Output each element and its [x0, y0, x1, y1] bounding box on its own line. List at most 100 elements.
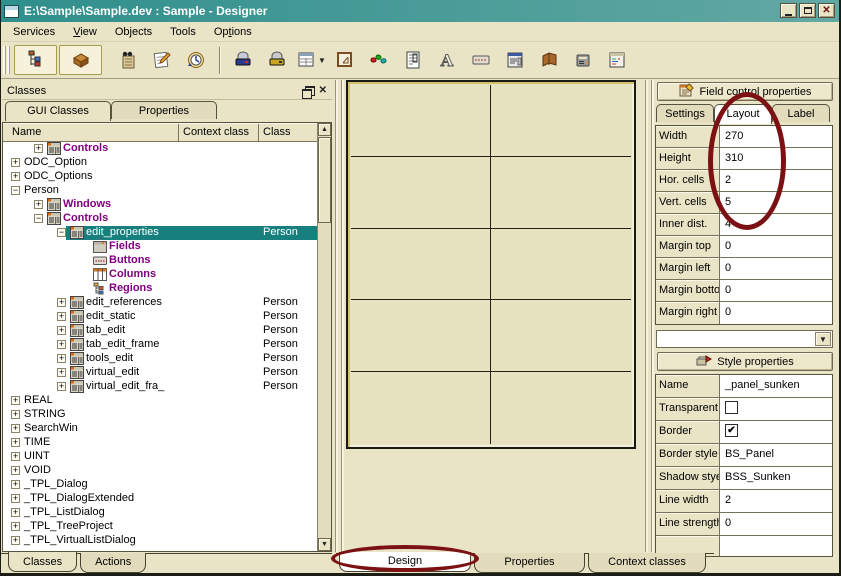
property-value[interactable]: 2: [720, 490, 832, 512]
property-value[interactable]: 270: [720, 126, 832, 147]
frame-toolbar-button[interactable]: [328, 45, 362, 75]
tree-row-regions[interactable]: Regions: [3, 282, 317, 296]
tab-context-classes[interactable]: Context classes: [588, 553, 706, 573]
expand-icon[interactable]: +: [11, 172, 20, 181]
property-value[interactable]: 5: [720, 192, 832, 213]
close-button[interactable]: ✕: [818, 3, 835, 18]
tree-row-virtual-edit-fra[interactable]: +virtual_edit_fra_Person: [3, 380, 317, 394]
property-value[interactable]: [720, 398, 832, 420]
scrollbar-thumb[interactable]: [318, 137, 331, 223]
tree-row-void[interactable]: +VOID: [3, 464, 317, 478]
expand-icon[interactable]: +: [57, 382, 66, 391]
tree-row-odc-option[interactable]: +ODC_Option: [3, 156, 317, 170]
expand-icon[interactable]: +: [57, 326, 66, 335]
tree-row-buttons[interactable]: Buttons: [3, 254, 317, 268]
menu-options[interactable]: Options: [205, 24, 261, 40]
book-toolbar-button[interactable]: [532, 45, 566, 75]
scroll-down-icon[interactable]: ▼: [318, 538, 331, 551]
hierarchy-toolbar-button[interactable]: [14, 45, 57, 75]
button-toolbar-button[interactable]: [464, 45, 498, 75]
form-grid-toolbar-button[interactable]: ▼: [294, 45, 328, 75]
report-toolbar-button[interactable]: [396, 45, 430, 75]
tree-row-person[interactable]: −Person: [3, 184, 317, 198]
tree-row-tpl-virtuallistdialog[interactable]: +_TPL_VirtualListDialog: [3, 534, 317, 548]
tree-row-edit-references[interactable]: +edit_referencesPerson: [3, 296, 317, 310]
property-value[interactable]: 0: [720, 258, 832, 279]
tree-row-time[interactable]: +TIME: [3, 436, 317, 450]
property-value[interactable]: 0: [720, 280, 832, 301]
expand-icon[interactable]: +: [11, 396, 20, 405]
expand-icon[interactable]: +: [57, 368, 66, 377]
expand-icon[interactable]: +: [11, 508, 20, 517]
transparent-checkbox[interactable]: [725, 401, 738, 414]
expand-icon[interactable]: +: [11, 424, 20, 433]
library-toolbar-button[interactable]: [111, 45, 145, 75]
tab-actions[interactable]: Actions: [80, 553, 146, 573]
tab-settings[interactable]: Settings: [656, 104, 714, 122]
canvas-cell[interactable]: [491, 372, 631, 444]
canvas-cell[interactable]: [351, 157, 491, 229]
float-window-icon[interactable]: [302, 86, 313, 96]
property-value[interactable]: 0: [720, 302, 832, 324]
window-list-toolbar-button[interactable]: [498, 45, 532, 75]
tab-design[interactable]: Design: [339, 552, 471, 572]
menu-services[interactable]: Services: [4, 24, 64, 40]
expand-icon[interactable]: +: [34, 200, 43, 209]
expand-icon[interactable]: +: [34, 144, 43, 153]
menu-view[interactable]: View: [64, 24, 106, 40]
tree-row-edit-static[interactable]: +edit_staticPerson: [3, 310, 317, 324]
collapse-icon[interactable]: −: [34, 214, 43, 223]
tree-row-odc-options[interactable]: +ODC_Options: [3, 170, 317, 184]
expand-icon[interactable]: +: [57, 340, 66, 349]
device-toolbar-button[interactable]: [566, 45, 600, 75]
tree-row-tpl-treeproject[interactable]: +_TPL_TreeProject: [3, 520, 317, 534]
expand-icon[interactable]: +: [11, 480, 20, 489]
tree-row-virtual-edit[interactable]: +virtual_editPerson: [3, 366, 317, 380]
style-combobox[interactable]: ▼: [656, 330, 833, 348]
minimize-button[interactable]: [780, 3, 797, 18]
tree-row-tab-edit[interactable]: +tab_editPerson: [3, 324, 317, 338]
canvas-cell[interactable]: [491, 229, 631, 301]
code-window-toolbar-button[interactable]: [600, 45, 634, 75]
tree-row-tools-edit[interactable]: +tools_editPerson: [3, 352, 317, 366]
left-splitter[interactable]: [335, 80, 344, 552]
tab-gui-classes[interactable]: GUI Classes: [5, 101, 111, 121]
font-toolbar-button[interactable]: A: [430, 45, 464, 75]
style-properties-button[interactable]: Style properties: [657, 352, 833, 371]
canvas-cell[interactable]: [491, 157, 631, 229]
tree-row-windows[interactable]: +Windows: [3, 198, 317, 212]
expand-icon[interactable]: +: [11, 536, 20, 545]
property-value[interactable]: BS_Panel: [720, 444, 832, 466]
collapse-icon[interactable]: −: [57, 228, 66, 237]
maximize-button[interactable]: [799, 3, 816, 18]
tab-properties[interactable]: Properties: [474, 553, 585, 573]
tree-row-tpl-dialogextended[interactable]: +_TPL_DialogExtended: [3, 492, 317, 506]
tree-row-edit-properties[interactable]: −edit_propertiesPerson: [3, 226, 317, 240]
tree-scrollbar[interactable]: ▲ ▼: [317, 123, 331, 551]
property-value[interactable]: 0: [720, 513, 832, 535]
canvas-cell[interactable]: [351, 229, 491, 301]
field-control-properties-button[interactable]: Field control properties: [657, 82, 833, 101]
tree-row-string[interactable]: +STRING: [3, 408, 317, 422]
tree-row-controls[interactable]: +Controls: [3, 142, 317, 156]
package-toolbar-button[interactable]: [59, 45, 102, 75]
expand-icon[interactable]: +: [11, 438, 20, 447]
expand-icon[interactable]: +: [57, 354, 66, 363]
dropdown-arrow-icon[interactable]: ▼: [318, 56, 326, 65]
tab-label[interactable]: Label: [772, 104, 830, 122]
expand-icon[interactable]: +: [11, 466, 20, 475]
panel-close-icon[interactable]: ✕: [319, 86, 327, 96]
toolbar-grip[interactable]: [3, 46, 11, 74]
expand-icon[interactable]: +: [57, 298, 66, 307]
canvas-cell[interactable]: [351, 85, 491, 157]
tree-row-fields[interactable]: Fields: [3, 240, 317, 254]
links-toolbar-button[interactable]: [362, 45, 396, 75]
design-canvas[interactable]: [346, 80, 636, 449]
menu-objects[interactable]: Objects: [106, 24, 161, 40]
property-value[interactable]: 310: [720, 148, 832, 169]
tree-row-controls[interactable]: −Controls: [3, 212, 317, 226]
edit-document-toolbar-button[interactable]: [145, 45, 179, 75]
property-value[interactable]: ✔: [720, 421, 832, 443]
canvas-cell[interactable]: [491, 300, 631, 372]
app-icon[interactable]: [4, 5, 19, 18]
